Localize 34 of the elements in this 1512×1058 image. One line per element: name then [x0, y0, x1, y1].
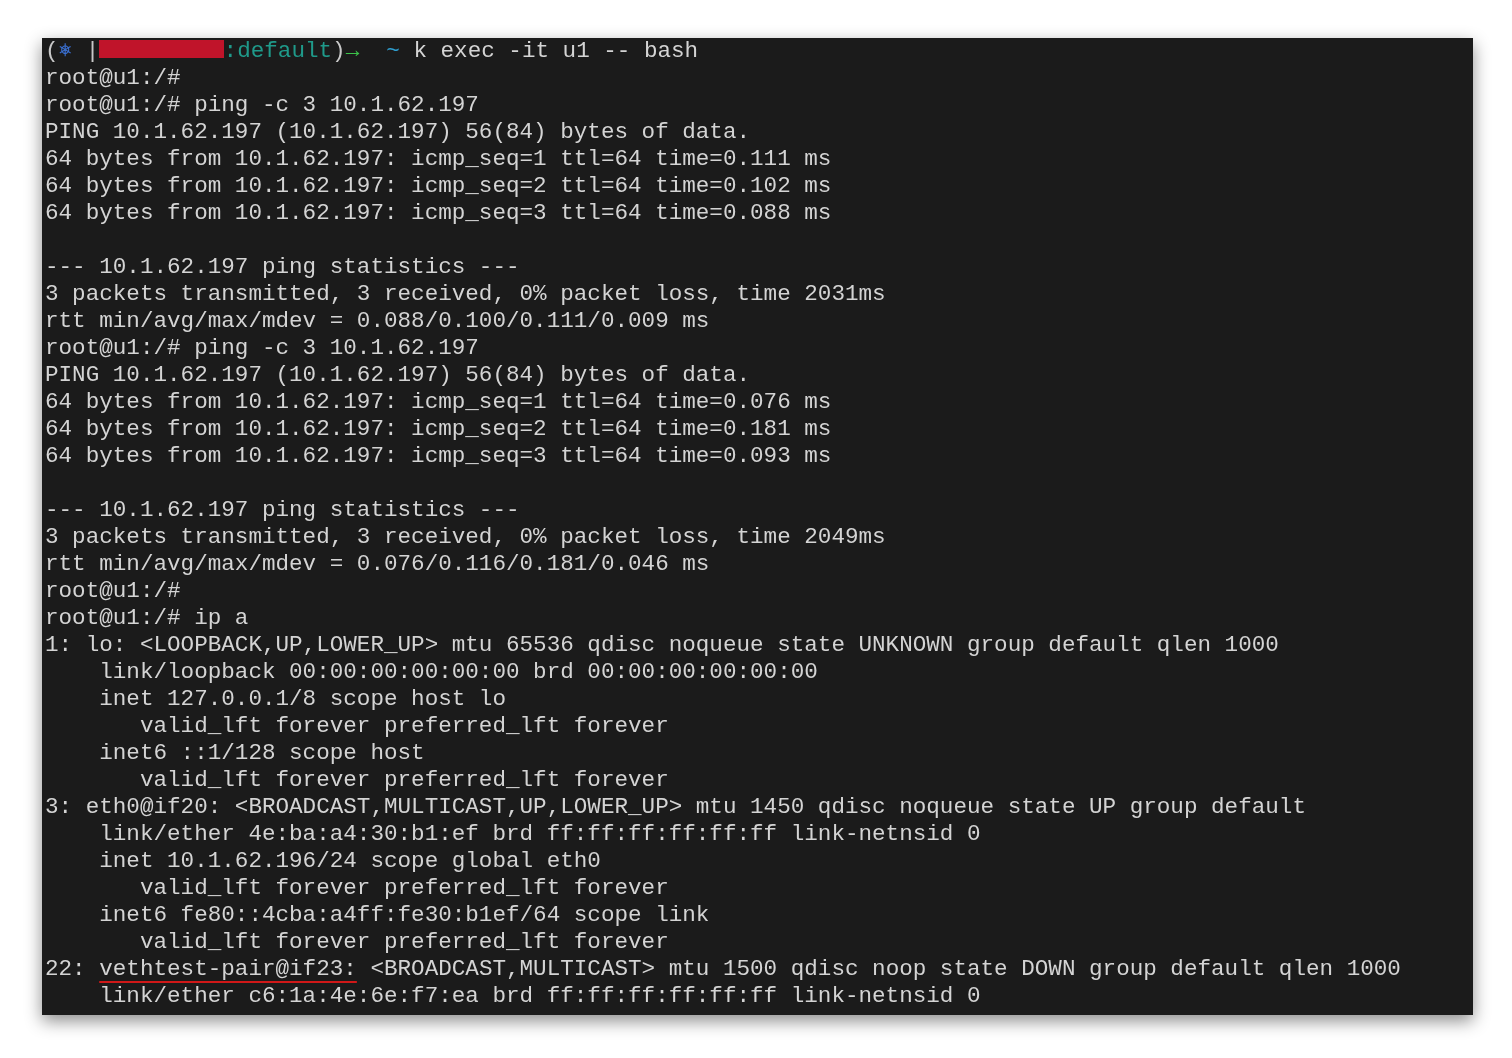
terminal-line: inet6 ::1/128 scope host	[98, 740, 425, 767]
terminal-line: 64 bytes from 10.1.62.197: icmp_seq=3 ttl=64 time=0.088 ms	[45, 200, 832, 227]
terminal-line: root@u1:/# ping -c 3 10.1.62.197	[45, 335, 479, 362]
terminal-line: 64 bytes from 10.1.62.197: icmp_seq=2 ttl=64 time=0.102 ms	[45, 173, 832, 200]
terminal-line: valid_lft forever preferred_lft forever	[138, 929, 669, 956]
terminal-line: --- 10.1.62.197 ping statistics ---	[45, 254, 520, 281]
terminal-line: --- 10.1.62.197 ping statistics ---	[45, 497, 520, 524]
terminal-line: 64 bytes from 10.1.62.197: icmp_seq=1 ttl=64 time=0.111 ms	[45, 146, 832, 173]
terminal-line: 1: lo: <LOOPBACK,UP,LOWER_UP> mtu 65536 qdisc noqueue state UNKNOWN group default qlen 1000	[45, 632, 1279, 659]
terminal-line: rtt min/avg/max/mdev = 0.076/0.116/0.181/0.046 ms	[45, 551, 710, 578]
terminal-line: 3: eth0@if20: <BROADCAST,MULTICAST,UP,LOWER_UP> mtu 1450 qdisc noqueue state UP group default	[45, 794, 1306, 821]
terminal-line: PING 10.1.62.197 (10.1.62.197) 56(84) bytes of data.	[45, 119, 751, 146]
terminal-line: link/ether c6:1a:4e:6e:f7:ea brd ff:ff:ff:ff:ff:ff link-netnsid 0	[98, 983, 981, 1010]
terminal-line: 64 bytes from 10.1.62.197: icmp_seq=1 ttl=64 time=0.076 ms	[45, 389, 832, 416]
terminal-line: 3 packets transmitted, 3 received, 0% packet loss, time 2049ms	[45, 524, 886, 551]
terminal-line: rtt min/avg/max/mdev = 0.088/0.100/0.111/0.009 ms	[45, 308, 710, 335]
terminal-line: 64 bytes from 10.1.62.197: icmp_seq=3 ttl=64 time=0.093 ms	[45, 443, 832, 470]
terminal-line: valid_lft forever preferred_lft forever	[138, 713, 669, 740]
terminal-line: 64 bytes from 10.1.62.197: icmp_seq=2 ttl=64 time=0.181 ms	[45, 416, 832, 443]
terminal-line: inet6 fe80::4cba:a4ff:fe30:b1ef/64 scope link	[98, 902, 710, 929]
terminal-line: valid_lft forever preferred_lft forever	[138, 767, 669, 794]
terminal-line: PING 10.1.62.197 (10.1.62.197) 56(84) bytes of data.	[45, 362, 751, 389]
terminal-line: (⎈ | :default)→ ~ k exec -it u1 -- bash	[45, 38, 699, 65]
terminal-line: valid_lft forever preferred_lft forever	[138, 875, 669, 902]
terminal-line: link/ether 4e:ba:a4:30:b1:ef brd ff:ff:ff:ff:ff:ff link-netnsid 0	[98, 821, 981, 848]
terminal-line: 22: vethtest-pair@if23: <BROADCAST,MULTICAST> mtu 1500 qdisc noop state DOWN group default qlen 1000	[45, 956, 1401, 983]
terminal-line: inet 127.0.0.1/8 scope host lo	[98, 686, 506, 713]
terminal-line: root@u1:/#	[45, 65, 181, 92]
terminal-line: root@u1:/#	[45, 578, 181, 605]
terminal-line: root@u1:/# ip a	[45, 605, 249, 632]
terminal-line: inet 10.1.62.196/24 scope global eth0	[98, 848, 601, 875]
terminal-line: 3 packets transmitted, 3 received, 0% packet loss, time 2031ms	[45, 281, 886, 308]
terminal-line: link/loopback 00:00:00:00:00:00 brd 00:00:00:00:00:00	[98, 659, 818, 686]
terminal-line: root@u1:/# ping -c 3 10.1.62.197	[45, 92, 479, 119]
